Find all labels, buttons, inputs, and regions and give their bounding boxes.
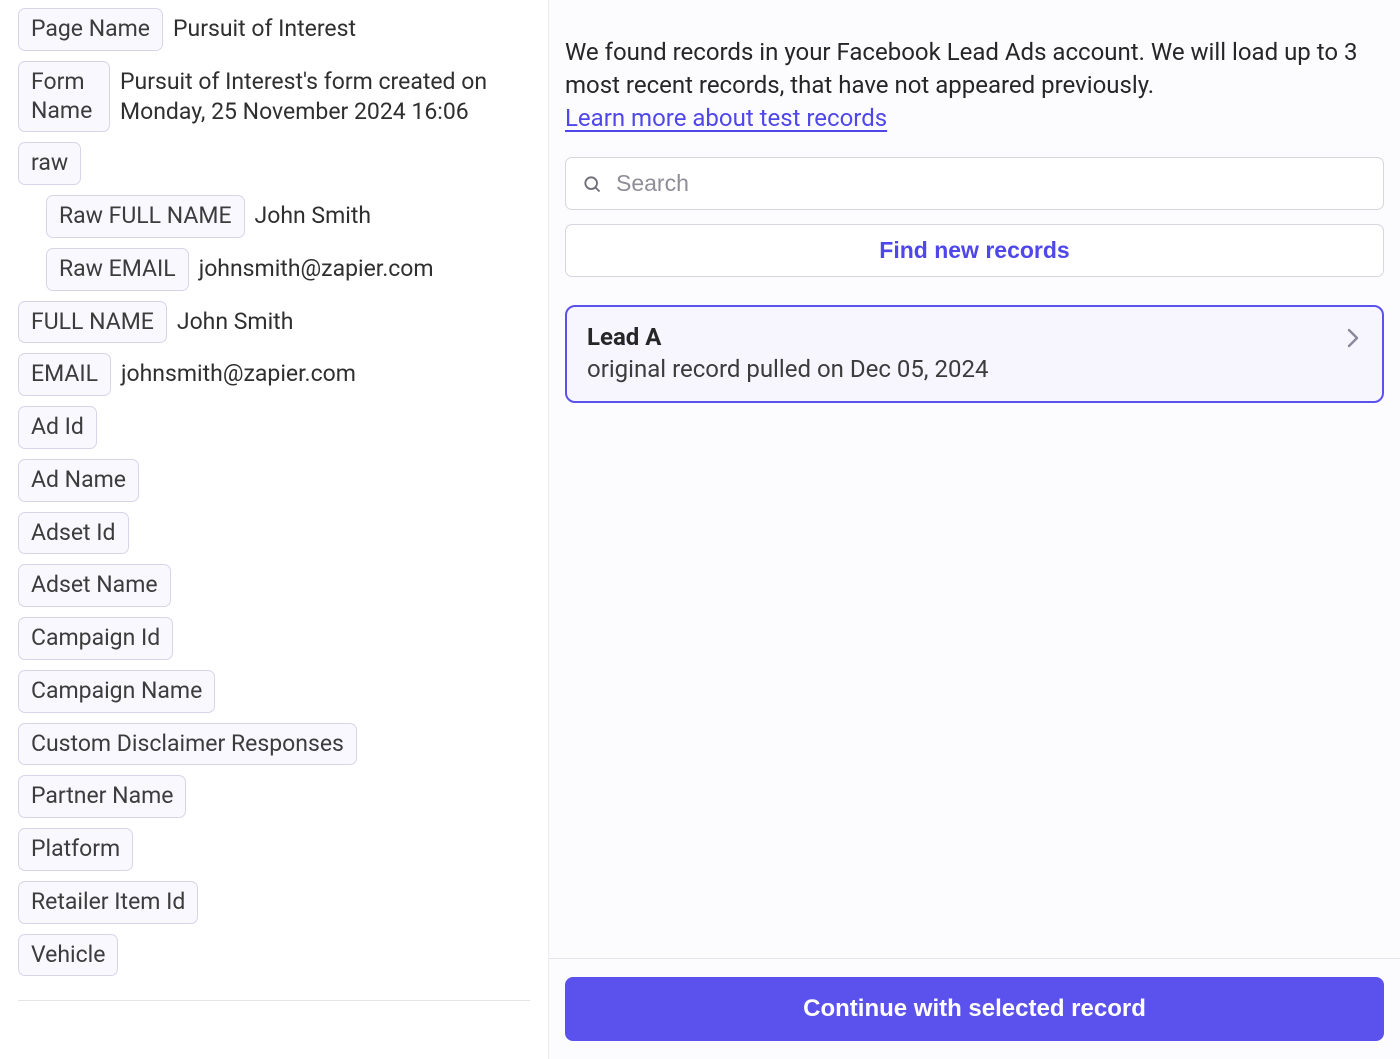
field-row: Campaign Name (18, 670, 530, 713)
info-text-block: We found records in your Facebook Lead A… (565, 36, 1384, 135)
field-value: John Smith (255, 195, 372, 231)
field-label-pill[interactable]: raw (18, 142, 81, 185)
field-value: johnsmith@zapier.com (199, 248, 434, 284)
field-row: Campaign Id (18, 617, 530, 660)
field-row: Form NamePursuit of Interest's form crea… (18, 61, 530, 133)
chevron-right-icon (1346, 327, 1360, 349)
field-label-pill[interactable]: Form Name (18, 61, 110, 133)
left-divider (18, 1000, 530, 1001)
info-text: We found records in your Facebook Lead A… (565, 38, 1357, 99)
field-row: Platform (18, 828, 530, 871)
right-footer: Continue with selected record (549, 958, 1400, 1059)
find-new-records-button[interactable]: Find new records (565, 224, 1384, 277)
field-row: Page Name Pursuit of Interest (18, 8, 530, 51)
field-label-pill[interactable]: Raw FULL NAME (46, 195, 245, 238)
field-label-pill[interactable]: EMAIL (18, 353, 111, 396)
field-label-pill[interactable]: Adset Id (18, 512, 129, 555)
field-label-pill[interactable]: Retailer Item Id (18, 881, 198, 924)
field-value: Pursuit of Interest (173, 8, 356, 44)
field-row: EMAIL johnsmith@zapier.com (18, 353, 530, 396)
right-panel: We found records in your Facebook Lead A… (548, 0, 1400, 1059)
search-input[interactable] (616, 170, 1367, 197)
field-label-pill[interactable]: Partner Name (18, 775, 186, 818)
record-title: Lead A (587, 323, 1362, 351)
field-row: Raw FULL NAME John Smith (18, 195, 530, 238)
field-value: Pursuit of Interest's form created on Mo… (120, 61, 530, 127)
field-value: John Smith (177, 301, 294, 337)
record-card-lead-a[interactable]: Lead A original record pulled on Dec 05,… (565, 305, 1384, 403)
field-row: Ad Id (18, 406, 530, 449)
field-label-pill[interactable]: Ad Id (18, 406, 97, 449)
field-label-pill[interactable]: Adset Name (18, 564, 171, 607)
field-label-pill[interactable]: Page Name (18, 8, 163, 51)
field-label-pill[interactable]: Raw EMAIL (46, 248, 189, 291)
search-input-wrap[interactable] (565, 157, 1384, 210)
field-row: Vehicle (18, 934, 530, 977)
learn-more-link[interactable]: Learn more about test records (565, 104, 887, 132)
continue-button[interactable]: Continue with selected record (565, 977, 1384, 1041)
right-body: We found records in your Facebook Lead A… (549, 0, 1400, 958)
field-label-pill[interactable]: Platform (18, 828, 133, 871)
field-label-pill[interactable]: Vehicle (18, 934, 118, 977)
field-label-pill[interactable]: Campaign Name (18, 670, 215, 713)
field-row: Custom Disclaimer Responses (18, 723, 530, 766)
field-label-pill[interactable]: Ad Name (18, 459, 139, 502)
record-subtitle: original record pulled on Dec 05, 2024 (587, 355, 1362, 383)
left-panel: Page Name Pursuit of Interest Form NamePur… (0, 0, 548, 1059)
app-root: Page Name Pursuit of Interest Form NamePur… (0, 0, 1400, 1059)
field-row: FULL NAME John Smith (18, 301, 530, 344)
field-row: Adset Name (18, 564, 530, 607)
field-label-pill[interactable]: Custom Disclaimer Responses (18, 723, 357, 766)
field-row: Ad Name (18, 459, 530, 502)
field-row: raw (18, 142, 530, 185)
field-row: Adset Id (18, 512, 530, 555)
field-row: Raw EMAIL johnsmith@zapier.com (18, 248, 530, 291)
field-value: johnsmith@zapier.com (121, 353, 356, 389)
field-row: Retailer Item Id (18, 881, 530, 924)
field-label-pill[interactable]: Campaign Id (18, 617, 173, 660)
search-icon (582, 174, 602, 194)
field-label-pill[interactable]: FULL NAME (18, 301, 167, 344)
top-spacer (565, 0, 1384, 4)
field-row: Partner Name (18, 775, 530, 818)
